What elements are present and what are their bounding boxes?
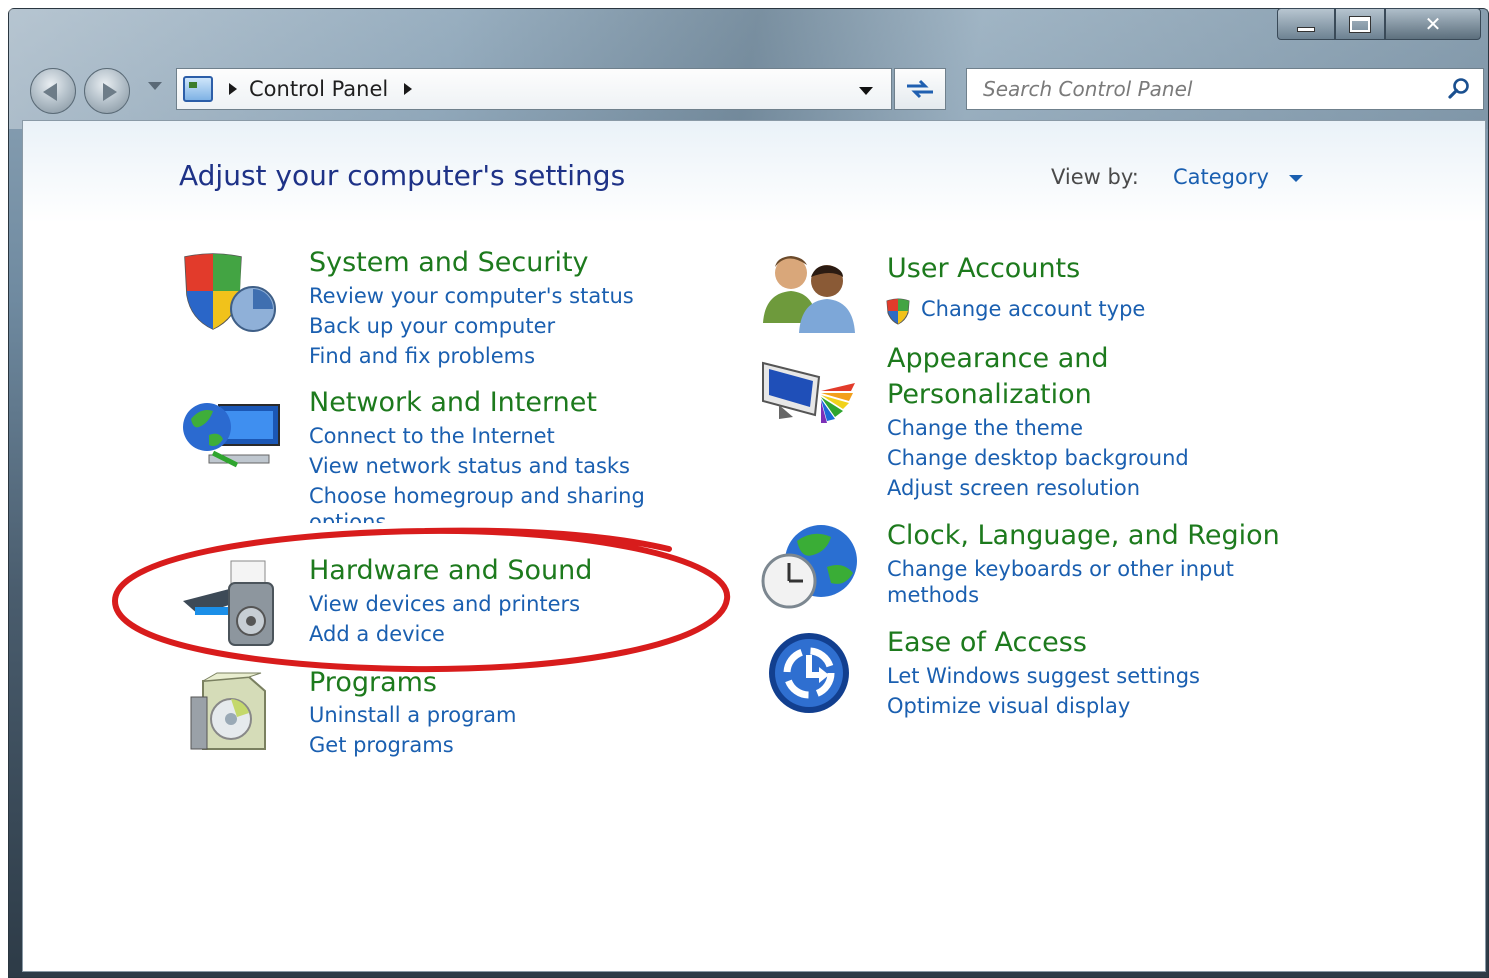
close-icon: ✕ xyxy=(1424,12,1442,36)
category-programs[interactable]: Programs xyxy=(309,665,437,701)
search-input[interactable] xyxy=(983,77,1423,101)
search-box[interactable] xyxy=(966,68,1484,110)
maximize-button[interactable] xyxy=(1335,8,1385,40)
link-homegroup-cont[interactable]: options xyxy=(309,507,386,523)
breadcrumb-arrow-icon[interactable] xyxy=(229,83,237,95)
control-panel-icon xyxy=(183,76,213,102)
programs-box-icon[interactable] xyxy=(183,671,279,755)
search-icon[interactable] xyxy=(1447,77,1471,101)
refresh-button[interactable] xyxy=(894,68,946,110)
link-network-status[interactable]: View network status and tasks xyxy=(309,451,630,481)
view-by-label: View by: xyxy=(1051,165,1139,189)
minimize-icon xyxy=(1297,26,1315,32)
forward-button[interactable] xyxy=(84,68,130,114)
link-windows-suggest[interactable]: Let Windows suggest settings xyxy=(887,661,1200,691)
refresh-icon xyxy=(907,79,933,99)
view-by-dropdown[interactable]: Category xyxy=(1173,165,1269,189)
link-uninstall[interactable]: Uninstall a program xyxy=(309,700,516,730)
link-change-account-type[interactable]: Change account type xyxy=(921,294,1145,324)
address-dropdown-icon[interactable] xyxy=(859,87,873,95)
address-bar[interactable]: Control Panel xyxy=(176,68,892,110)
content-area: Adjust your computer's settings View by:… xyxy=(22,120,1486,972)
link-screen-resolution[interactable]: Adjust screen resolution xyxy=(887,473,1140,503)
back-button[interactable] xyxy=(30,68,76,114)
link-desktop-background[interactable]: Change desktop background xyxy=(887,443,1189,473)
breadcrumb-arrow-icon[interactable] xyxy=(404,83,413,95)
shield-icon[interactable] xyxy=(179,249,279,339)
link-backup[interactable]: Back up your computer xyxy=(309,311,555,341)
category-appearance-line2[interactable]: Personalization xyxy=(887,377,1092,413)
category-network-internet[interactable]: Network and Internet xyxy=(309,385,597,421)
link-review-status[interactable]: Review your computer's status xyxy=(309,281,634,311)
link-change-keyboards-cont[interactable]: methods xyxy=(887,580,979,610)
window-controls: ✕ xyxy=(1277,8,1481,40)
navigation-bar: Control Panel xyxy=(24,62,1484,114)
link-get-programs[interactable]: Get programs xyxy=(309,730,454,760)
link-add-device[interactable]: Add a device xyxy=(309,619,445,649)
breadcrumb-control-panel[interactable]: Control Panel xyxy=(249,77,388,101)
close-button[interactable]: ✕ xyxy=(1385,8,1481,40)
network-globe-icon[interactable] xyxy=(179,397,289,477)
category-appearance-line1[interactable]: Appearance and xyxy=(887,341,1109,377)
link-change-theme[interactable]: Change the theme xyxy=(887,413,1083,443)
minimize-button[interactable] xyxy=(1277,8,1335,40)
clock-globe-icon[interactable] xyxy=(757,521,865,611)
link-devices-printers[interactable]: View devices and printers xyxy=(309,589,580,619)
category-clock-language[interactable]: Clock, Language, and Region xyxy=(887,518,1280,554)
category-hardware-sound[interactable]: Hardware and Sound xyxy=(309,553,592,589)
category-ease-of-access[interactable]: Ease of Access xyxy=(887,625,1087,661)
recent-pages-dropdown-icon[interactable] xyxy=(148,82,162,90)
link-optimize-visual[interactable]: Optimize visual display xyxy=(887,691,1130,721)
maximize-icon xyxy=(1349,15,1371,33)
uac-shield-icon xyxy=(886,298,910,325)
chevron-down-icon[interactable] xyxy=(1289,175,1303,182)
link-connect-internet[interactable]: Connect to the Internet xyxy=(309,421,555,451)
link-fix-problems[interactable]: Find and fix problems xyxy=(309,341,535,371)
category-user-accounts[interactable]: User Accounts xyxy=(887,251,1080,287)
user-accounts-icon[interactable] xyxy=(757,247,863,333)
printer-speaker-icon[interactable] xyxy=(179,557,279,649)
category-system-security[interactable]: System and Security xyxy=(309,245,589,281)
page-title: Adjust your computer's settings xyxy=(179,159,626,192)
ease-of-access-icon[interactable] xyxy=(759,631,859,717)
appearance-monitor-icon[interactable] xyxy=(759,357,859,429)
